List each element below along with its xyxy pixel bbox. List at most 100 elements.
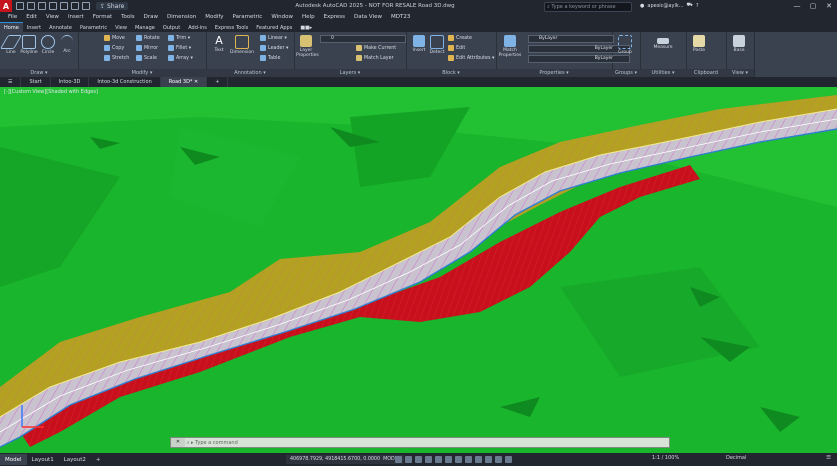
create-block-button[interactable]: Create (448, 34, 472, 42)
panel-title-properties[interactable]: Properties ▾ (496, 69, 612, 77)
coordinates-readout[interactable]: 406978.7929, 4918415.6700, 0.0000 MODEL (286, 455, 405, 464)
tab-annotate[interactable]: Annotate (45, 23, 76, 32)
polar-icon[interactable] (425, 456, 432, 463)
arc-button[interactable]: Arc (58, 35, 76, 54)
stretch-button[interactable]: Stretch (104, 54, 129, 62)
menu-mdt23[interactable]: MDT23 (391, 14, 410, 20)
layout1-tab[interactable]: Layout1 (27, 454, 59, 465)
redo-icon[interactable] (82, 2, 90, 10)
group-button[interactable]: Group (616, 35, 634, 55)
units-display[interactable]: Decimal (726, 455, 746, 461)
lineweight-icon[interactable] (455, 456, 462, 463)
menu-insert[interactable]: Insert (68, 14, 84, 20)
user-account[interactable]: ● apesic@aylk... ⛟ ? (640, 2, 698, 9)
circle-button[interactable]: Circle (39, 35, 57, 55)
save-icon[interactable] (38, 2, 46, 10)
snap-icon[interactable] (405, 456, 412, 463)
open-file-icon[interactable] (27, 2, 35, 10)
menu-dimension[interactable]: Dimension (167, 14, 196, 20)
menu-file[interactable]: File (8, 14, 17, 20)
app-menu-icon[interactable]: ☰ (0, 77, 22, 87)
menu-data-view[interactable]: Data View (354, 14, 382, 20)
panel-title-view[interactable]: View ▾ (726, 69, 754, 77)
panel-title-modify[interactable]: Modify ▾ (78, 69, 206, 77)
color-dropdown[interactable]: ByLayer (528, 35, 614, 43)
table-button[interactable]: Table (260, 54, 280, 62)
move-button[interactable]: Move (104, 34, 125, 42)
edit-attributes-button[interactable]: Edit Attributes ▾ (448, 54, 494, 62)
ribbon-toggle-button[interactable]: ■■▸ (296, 23, 316, 32)
layer-properties-button[interactable]: Layer Properties (296, 35, 319, 58)
tab-output[interactable]: Output (159, 23, 184, 32)
new-file-icon[interactable] (16, 2, 24, 10)
polyline-button[interactable]: Polyline (20, 35, 38, 55)
transparency-icon[interactable] (465, 456, 472, 463)
save-as-icon[interactable] (49, 2, 57, 10)
menu-format[interactable]: Format (93, 14, 112, 20)
command-close-icon[interactable]: ✕ (171, 438, 185, 447)
panel-title-annotation[interactable]: Annotation ▾ (206, 69, 294, 77)
trim-button[interactable]: Trim ▾ (168, 34, 190, 42)
cart-icon[interactable]: ⛟ (687, 2, 693, 9)
menu-modify[interactable]: Modify (205, 14, 223, 20)
doc-tab-intoo-3d[interactable]: Intoo-3D (51, 77, 90, 87)
tab-home[interactable]: Home (0, 22, 23, 32)
measure-button[interactable]: Measure (650, 35, 676, 50)
tab-featured-apps[interactable]: Featured Apps (252, 23, 296, 32)
menu-view[interactable]: View (46, 14, 59, 20)
layout2-tab[interactable]: Layout2 (59, 454, 91, 465)
insert-block-button[interactable]: Insert (410, 35, 428, 53)
autocad-logo-icon[interactable]: A (0, 0, 12, 12)
mirror-button[interactable]: Mirror (136, 44, 158, 52)
menu-window[interactable]: Window (271, 14, 293, 20)
tab-express-tools[interactable]: Express Tools (211, 23, 252, 32)
match-layer-button[interactable]: Match Layer (356, 54, 394, 62)
tab-manage[interactable]: Manage (131, 23, 159, 32)
ortho-icon[interactable] (415, 456, 422, 463)
paste-button[interactable]: Paste (690, 35, 708, 53)
customize-icon[interactable]: ☰ (826, 455, 831, 461)
panel-title-draw[interactable]: Draw ▾ (0, 69, 78, 77)
tab-add-ins[interactable]: Add-ins (184, 23, 211, 32)
osnap-icon[interactable] (435, 456, 442, 463)
match-properties-button[interactable]: Match Properties (498, 35, 522, 58)
line-button[interactable]: Line (0, 35, 23, 55)
panel-title-block[interactable]: Block ▾ (406, 69, 496, 77)
viewport-controls-label[interactable]: [-][Custom View][Shaded with Edges] (4, 89, 98, 95)
3d-osnap-icon[interactable] (485, 456, 492, 463)
selection-cycling-icon[interactable] (475, 456, 482, 463)
annotation-scale[interactable]: 1:1 / 100% (652, 455, 679, 461)
menu-edit[interactable]: Edit (26, 14, 37, 20)
tab-view[interactable]: View (111, 23, 131, 32)
menu-express[interactable]: Express (324, 14, 345, 20)
grid-icon[interactable] (395, 456, 402, 463)
doc-tab-road-3d[interactable]: Road 3D* ✕ (160, 77, 208, 87)
dimension-button[interactable]: Dimension (230, 35, 254, 55)
panel-title-layers[interactable]: Layers ▾ (294, 69, 406, 77)
command-input[interactable]: Type a command (195, 440, 238, 446)
linear-dim-button[interactable]: Linear ▾ (260, 34, 287, 42)
copy-button[interactable]: Copy (104, 44, 124, 52)
menu-parametric[interactable]: Parametric (233, 14, 263, 20)
menu-draw[interactable]: Draw (144, 14, 158, 20)
minimize-button[interactable]: — (789, 0, 805, 12)
share-button[interactable]: ⇪ Share (96, 2, 129, 10)
menu-tools[interactable]: Tools (121, 14, 135, 20)
array-button[interactable]: Array ▾ (168, 54, 193, 62)
help-icon[interactable]: ? (696, 3, 699, 9)
menu-help[interactable]: Help (302, 14, 315, 20)
maximize-button[interactable]: ▢ (805, 0, 821, 12)
undo-icon[interactable] (71, 2, 79, 10)
rotate-button[interactable]: Rotate (136, 34, 160, 42)
new-tab-button[interactable]: + (207, 77, 229, 87)
annotation-icon[interactable] (505, 456, 512, 463)
panel-title-groups[interactable]: Groups ▾ (612, 69, 640, 77)
layer-dropdown[interactable]: 0 (320, 35, 406, 43)
doc-tab-start[interactable]: Start (21, 77, 51, 87)
otrack-icon[interactable] (445, 456, 452, 463)
search-input[interactable]: ⌕ Type a keyword or phrase (544, 2, 632, 12)
model-tab[interactable]: Model (0, 454, 27, 465)
close-button[interactable]: ✕ (821, 0, 837, 12)
tab-parametric[interactable]: Parametric (76, 23, 111, 32)
text-button[interactable]: A Text (210, 35, 228, 54)
